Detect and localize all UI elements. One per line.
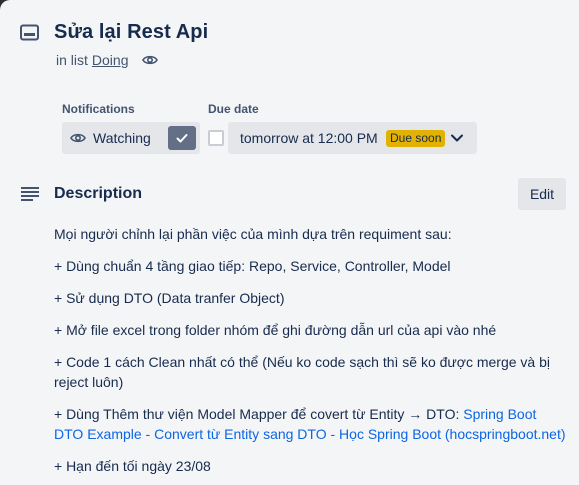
card-title[interactable]: Sửa lại Rest Api [54,21,208,44]
watch-label: Watching [93,130,151,146]
watch-button[interactable]: Watching [62,122,200,154]
description-line: + Sử dụng DTO (Data tranfer Object) [54,290,285,306]
description-line: + Code 1 cách Clean nhất có thể (Nếu ko … [54,354,550,390]
description-line: + Hạn đến tối ngày 23/08 [54,458,211,474]
description-body[interactable]: Mọi người chỉnh lại phần việc của mình d… [54,224,569,485]
card-icon [20,24,39,41]
due-date-value: tomorrow at 12:00 PM [240,130,378,146]
watching-check [168,126,196,150]
mapper-text: + Dùng Thêm thư viện Model Mapper để cov… [54,406,464,422]
chevron-down-icon [451,134,463,142]
eye-icon[interactable] [142,53,158,67]
due-date-button[interactable]: tomorrow at 12:00 PM Due soon [228,122,477,154]
card-list-info: in list Doing [56,52,129,68]
due-date-complete-checkbox[interactable] [208,130,224,146]
in-list-prefix: in list [56,52,88,68]
check-icon [176,134,188,143]
description-title: Description [54,185,143,202]
due-date-label: Due date [208,102,259,116]
notifications-label: Notifications [62,102,135,116]
card-detail-panel: Sửa lại Rest Api in list Doing Notificati… [0,0,579,485]
edit-description-button[interactable]: Edit [518,178,566,210]
description-line: Mọi người chỉnh lại phần việc của mình d… [54,226,452,242]
description-line: + Mở file excel trong folder nhóm để ghi… [54,322,497,338]
description-line: + Dùng Thêm thư viện Model Mapper để cov… [54,404,569,444]
eye-icon [70,133,86,143]
list-link[interactable]: Doing [92,52,129,68]
description-line: + Dùng chuẩn 4 tầng giao tiếp: Repo, Ser… [54,258,451,274]
due-soon-badge: Due soon [386,130,446,147]
description-lines-icon [21,187,39,201]
